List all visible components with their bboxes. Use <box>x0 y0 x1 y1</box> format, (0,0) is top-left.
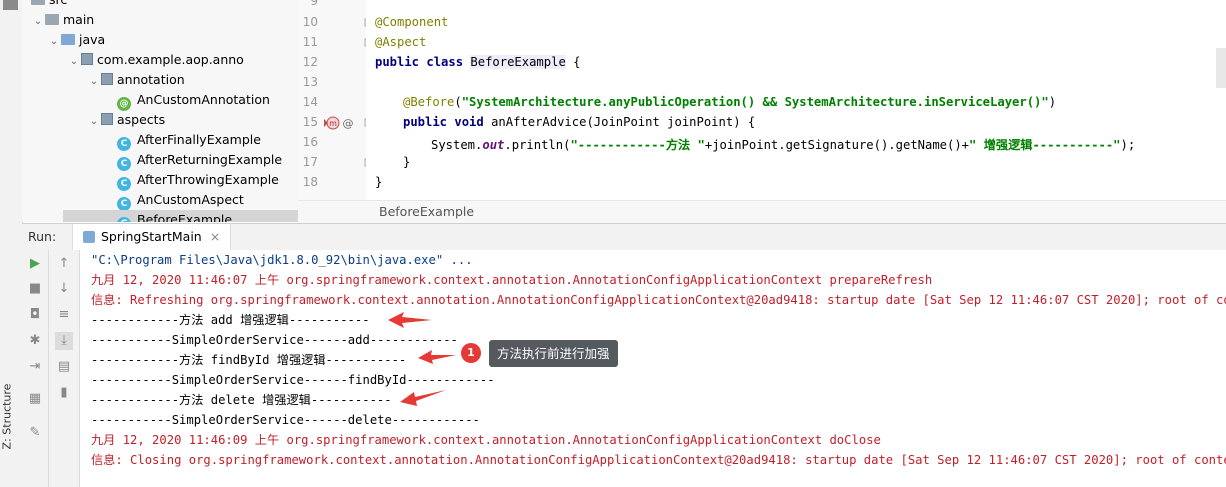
console-output[interactable]: "C:\Program Files\Java\jdk1.8.0_92\bin\j… <box>80 250 1226 487</box>
arrow-down-icon[interactable]: ↓ <box>55 280 73 298</box>
tree-item-an-custom-aspect[interactable]: C AnCustomAspect <box>31 190 244 211</box>
chevron-down-icon[interactable]: ⌄ <box>87 72 101 92</box>
code-line-12: public class BeforeExample { <box>375 55 581 69</box>
tree-item-after-returning-example[interactable]: C AfterReturningExample <box>31 150 282 171</box>
trash-icon[interactable]: ▮ <box>55 384 73 402</box>
line-number: 15 <box>302 115 318 129</box>
console-line: -----------SimpleOrderService------delet… <box>91 413 480 427</box>
line-number: 13 <box>302 75 318 89</box>
console-line: -----------SimpleOrderService------add--… <box>91 333 458 347</box>
code-line-17: } <box>403 155 411 169</box>
folder-icon <box>45 14 59 25</box>
class-name: BeforeExample <box>470 55 566 69</box>
tree-item-after-throwing-example[interactable]: C AfterThrowingExample <box>31 170 279 191</box>
console-line: 九月 12, 2020 11:46:09 上午 org.springframew… <box>91 433 881 447</box>
code-line-15: public void anAfterAdvice(JoinPoint join… <box>403 115 756 129</box>
console-line: ------------方法 delete 增强逻辑----------- <box>91 393 392 407</box>
code-line-18: } <box>375 175 383 189</box>
pin-icon[interactable]: ✎ <box>26 424 44 442</box>
line-number: 10 <box>302 15 318 29</box>
console-line: ------------方法 add 增强逻辑----------- <box>91 313 370 327</box>
red-arrow-icon <box>400 390 446 406</box>
project-tree: src ⌄main ⌄java ⌄com.example.aop.anno ⌄a… <box>22 0 299 222</box>
line-number: 9 <box>310 0 318 8</box>
editor-gutter: 9 10 11 12 13 14 15 16 17 18 m @ <box>298 0 373 200</box>
close-icon[interactable]: × <box>210 229 220 244</box>
console-line: 九月 12, 2020 11:46:07 上午 org.springframew… <box>91 273 933 287</box>
run-config-icon <box>83 231 95 243</box>
code-line-10: @Component <box>375 15 449 29</box>
class-icon: C <box>117 197 131 211</box>
class-icon: C <box>117 217 131 222</box>
layout-icon[interactable]: ▦ <box>26 390 44 408</box>
folder-icon <box>31 0 45 5</box>
line-number: 11 <box>302 35 318 49</box>
console-line: ------------方法 findById 增强逻辑----------- <box>91 353 407 367</box>
left-tool-strip: Z: Structure <box>0 0 23 487</box>
settings-icon[interactable]: ✱ <box>26 332 44 350</box>
code-line-11: @Aspect <box>375 35 427 49</box>
annotation-callout: 方法执行前进行加强 <box>489 340 618 367</box>
project-tool-window-tab[interactable] <box>3 0 18 10</box>
stop-icon[interactable]: ■ <box>26 280 44 298</box>
navigate-aspect-icon[interactable]: @ <box>342 116 354 130</box>
line-number: 16 <box>302 135 318 149</box>
line-number: 18 <box>302 175 318 189</box>
tree-item-main[interactable]: ⌄ main <box>31 10 94 30</box>
chevron-down-icon[interactable]: ⌄ <box>67 52 81 72</box>
package-icon <box>101 73 113 85</box>
code-line-16: System.out.println("------------方法 "+joi… <box>431 138 1136 152</box>
advice-method-icon[interactable]: m <box>324 116 340 130</box>
breadcrumb[interactable]: BeforeExample <box>298 200 1226 223</box>
tree-item-aspects[interactable]: ⌄ aspects <box>31 110 165 130</box>
class-icon: C <box>117 177 131 191</box>
structure-tab-label: Z: Structure <box>0 383 14 450</box>
run-tool-window-header: Run: SpringStartMain × <box>22 223 1226 251</box>
run-tab-spring-start-main[interactable]: SpringStartMain × <box>72 224 232 250</box>
line-number: 17 <box>302 155 318 169</box>
camera-icon[interactable]: ◘ <box>26 306 44 324</box>
tree-item-before-example[interactable]: CBeforeExample <box>63 210 298 222</box>
console-line: 信息: Refreshing org.springframework.conte… <box>91 293 1226 307</box>
red-arrow-icon <box>418 350 456 364</box>
scroll-to-end-icon[interactable]: ⤓ <box>55 332 73 350</box>
red-arrow-icon <box>388 312 432 328</box>
line-number: 14 <box>302 95 318 109</box>
annotation-marker: 1 <box>461 343 481 363</box>
svg-text:@: @ <box>343 117 354 130</box>
chevron-down-icon[interactable]: ⌄ <box>47 32 61 52</box>
exit-icon[interactable]: ⇥ <box>26 358 44 376</box>
tree-item-annotation[interactable]: ⌄ annotation <box>31 70 185 90</box>
breadcrumb-item[interactable]: BeforeExample <box>379 201 474 223</box>
print-icon[interactable]: ▤ <box>55 358 73 376</box>
annotation-type-icon: @ <box>117 97 131 111</box>
tree-item-after-finally-example[interactable]: C AfterFinallyExample <box>31 130 261 151</box>
tree-item-java[interactable]: ⌄ java <box>31 30 105 50</box>
package-icon <box>81 53 93 65</box>
structure-tool-window-tab[interactable]: Z: Structure <box>0 380 20 460</box>
run-label: Run: <box>28 229 57 244</box>
code-editor[interactable]: @Component @Aspect public class BeforeEx… <box>366 0 1226 200</box>
class-icon: C <box>117 157 131 171</box>
arrow-up-icon[interactable]: ↑ <box>55 255 73 273</box>
line-number: 12 <box>302 55 318 69</box>
rerun-icon[interactable]: ▶ <box>26 255 44 273</box>
run-toolbar-secondary: ↑ ↓ ≡ ⤓ ▤ ▮ <box>49 250 80 487</box>
soft-wrap-icon[interactable]: ≡ <box>55 306 73 324</box>
class-icon: C <box>117 137 131 151</box>
chevron-down-icon[interactable]: ⌄ <box>87 112 101 132</box>
tree-item-package[interactable]: ⌄ com.example.aop.anno <box>31 50 244 70</box>
package-icon <box>101 113 113 125</box>
source-folder-icon <box>61 34 75 45</box>
editor-scrollbar[interactable] <box>1216 48 1226 88</box>
tree-item-an-custom-annotation[interactable]: @ AnCustomAnnotation <box>31 90 270 111</box>
console-line: "C:\Program Files\Java\jdk1.8.0_92\bin\j… <box>91 253 473 267</box>
chevron-down-icon[interactable]: ⌄ <box>31 12 45 32</box>
run-toolbar-primary: ▶ ■ ◘ ✱ ⇥ ▦ ✎ <box>22 250 49 487</box>
tree-item-src[interactable]: src <box>31 0 67 10</box>
console-line: 信息: Closing org.springframework.context.… <box>91 453 1226 467</box>
code-line-14: @Before("SystemArchitecture.anyPublicOpe… <box>403 95 1057 109</box>
svg-text:m: m <box>329 119 337 128</box>
